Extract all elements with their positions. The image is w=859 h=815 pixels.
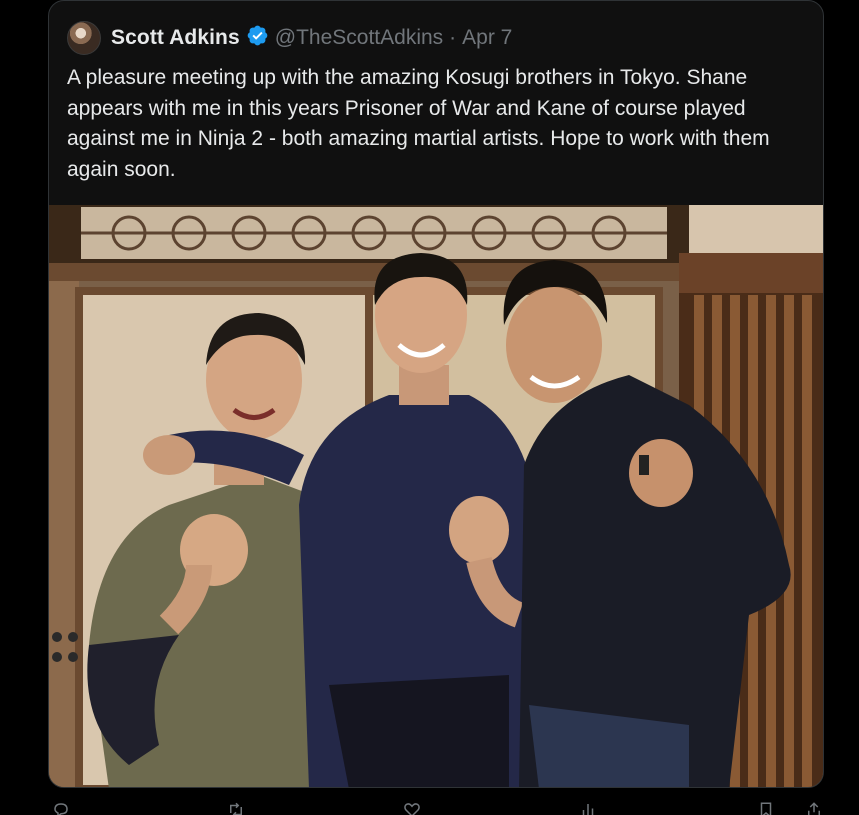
views-icon bbox=[582, 804, 594, 815]
tweet-photo[interactable] bbox=[49, 205, 823, 787]
share-button[interactable] bbox=[804, 801, 824, 815]
photo-illustration bbox=[49, 205, 823, 787]
timeline-page: Scott Adkins @TheScottAdkins · Apr 7 A p… bbox=[0, 0, 859, 815]
tweet-header: Scott Adkins @TheScottAdkins · Apr 7 bbox=[67, 21, 512, 55]
handle[interactable]: @TheScottAdkins bbox=[275, 26, 443, 50]
separator-dot: · bbox=[449, 26, 457, 49]
like-button[interactable] bbox=[400, 801, 424, 815]
tweet-text: A pleasure meeting up with the amazing K… bbox=[67, 66, 770, 181]
display-name[interactable]: Scott Adkins bbox=[111, 26, 240, 50]
retweet-button[interactable] bbox=[224, 801, 248, 815]
reply-button[interactable] bbox=[50, 801, 72, 815]
heart-icon bbox=[404, 803, 420, 815]
reply-icon bbox=[54, 803, 68, 815]
share-icon bbox=[808, 802, 820, 815]
views-button[interactable] bbox=[578, 801, 598, 815]
retweet-icon bbox=[230, 802, 242, 815]
verified-badge-icon[interactable] bbox=[246, 24, 269, 52]
tweet-card[interactable]: Scott Adkins @TheScottAdkins · Apr 7 A p… bbox=[48, 0, 824, 788]
tweet-actions bbox=[0, 797, 859, 815]
bookmark-icon bbox=[760, 802, 772, 815]
tweet-date[interactable]: Apr 7 bbox=[462, 26, 512, 50]
bookmark-button[interactable] bbox=[756, 801, 776, 815]
avatar[interactable] bbox=[67, 21, 101, 55]
